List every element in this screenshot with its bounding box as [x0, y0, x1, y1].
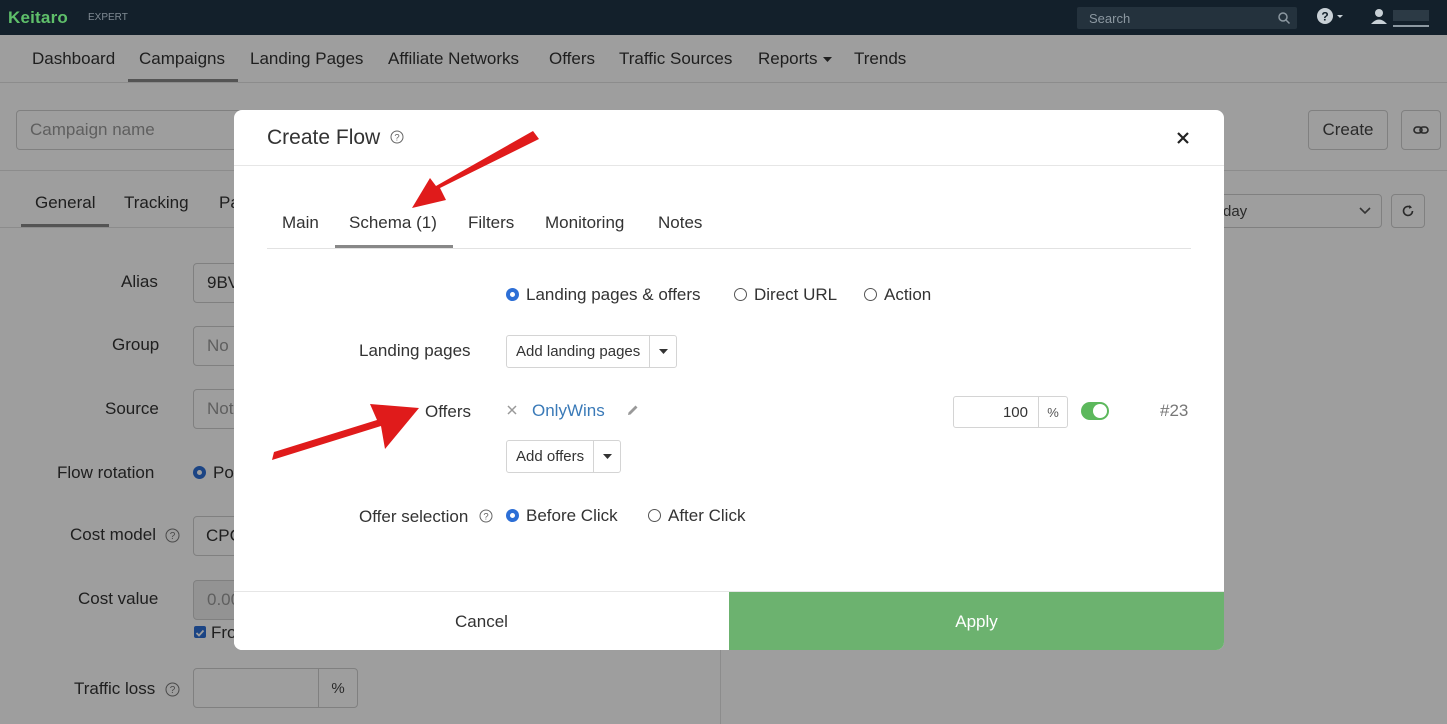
- offer-selection-label: Offer selection: [359, 507, 469, 526]
- radio-action[interactable]: [864, 288, 877, 301]
- svg-text:?: ?: [394, 133, 399, 144]
- offer-weight-input[interactable]: [953, 396, 1039, 428]
- apply-button[interactable]: Apply: [729, 592, 1224, 650]
- top-bar: Keitaro EXPERT ?: [0, 0, 1447, 35]
- add-offers-dropdown[interactable]: [594, 441, 620, 472]
- modal-tabs: Main Schema (1) Filters Monitoring Notes: [267, 206, 1191, 249]
- edition-badge: EXPERT: [88, 12, 128, 23]
- add-landing-pages-label[interactable]: Add landing pages: [507, 336, 651, 367]
- search-box[interactable]: [1077, 7, 1297, 29]
- user-icon[interactable]: [1369, 7, 1389, 27]
- radio-before-click[interactable]: [506, 509, 519, 522]
- tab-main[interactable]: Main: [282, 213, 319, 233]
- user-name-redacted[interactable]: [1393, 10, 1429, 30]
- svg-text:?: ?: [483, 512, 488, 523]
- offer-link[interactable]: OnlyWins: [532, 401, 605, 421]
- search-icon[interactable]: [1277, 11, 1291, 25]
- radio-direct-url-label[interactable]: Direct URL: [754, 285, 837, 305]
- offer-weight-unit: %: [1038, 396, 1068, 428]
- modal-footer: Cancel Apply: [234, 591, 1224, 650]
- toggle-knob: [1093, 404, 1107, 418]
- add-offers-button[interactable]: Add offers: [506, 440, 622, 473]
- radio-action-label[interactable]: Action: [884, 285, 931, 305]
- question-icon[interactable]: ?: [390, 130, 404, 144]
- svg-text:?: ?: [1321, 10, 1328, 24]
- add-offers-label[interactable]: Add offers: [507, 441, 595, 472]
- modal-title: Create Flow: [267, 126, 381, 149]
- radio-landing-pages-offers-label[interactable]: Landing pages & offers: [526, 285, 701, 305]
- pencil-icon[interactable]: [626, 403, 640, 417]
- tab-schema[interactable]: Schema (1): [349, 213, 437, 233]
- close-icon[interactable]: [1172, 127, 1194, 149]
- radio-after-click-label[interactable]: After Click: [668, 506, 745, 526]
- radio-after-click[interactable]: [648, 509, 661, 522]
- tab-notes[interactable]: Notes: [658, 213, 702, 233]
- question-icon[interactable]: ?: [479, 509, 493, 523]
- radio-direct-url[interactable]: [734, 288, 747, 301]
- modal-header: Create Flow ?: [234, 110, 1224, 166]
- search-input[interactable]: [1077, 7, 1267, 29]
- caret-down-icon: [602, 453, 612, 459]
- app-logo[interactable]: Keitaro: [8, 8, 68, 28]
- radio-landing-pages-offers[interactable]: [506, 288, 519, 301]
- help-icon[interactable]: ?: [1316, 7, 1346, 27]
- remove-icon[interactable]: [506, 404, 518, 416]
- cancel-button[interactable]: Cancel: [234, 592, 729, 650]
- tab-active-indicator: [335, 245, 453, 248]
- add-landing-pages-dropdown[interactable]: [650, 336, 676, 367]
- offers-label: Offers: [425, 402, 471, 421]
- add-landing-pages-button[interactable]: Add landing pages: [506, 335, 678, 368]
- caret-down-icon: [658, 348, 668, 354]
- landing-pages-label: Landing pages: [359, 341, 471, 360]
- tab-monitoring[interactable]: Monitoring: [545, 213, 624, 233]
- create-flow-modal: Create Flow ? Main Schema (1) Filters Mo…: [234, 110, 1224, 650]
- offer-enabled-toggle[interactable]: [1081, 402, 1109, 420]
- radio-before-click-label[interactable]: Before Click: [526, 506, 618, 526]
- offer-id: #23: [1160, 401, 1189, 420]
- tab-filters[interactable]: Filters: [468, 213, 514, 233]
